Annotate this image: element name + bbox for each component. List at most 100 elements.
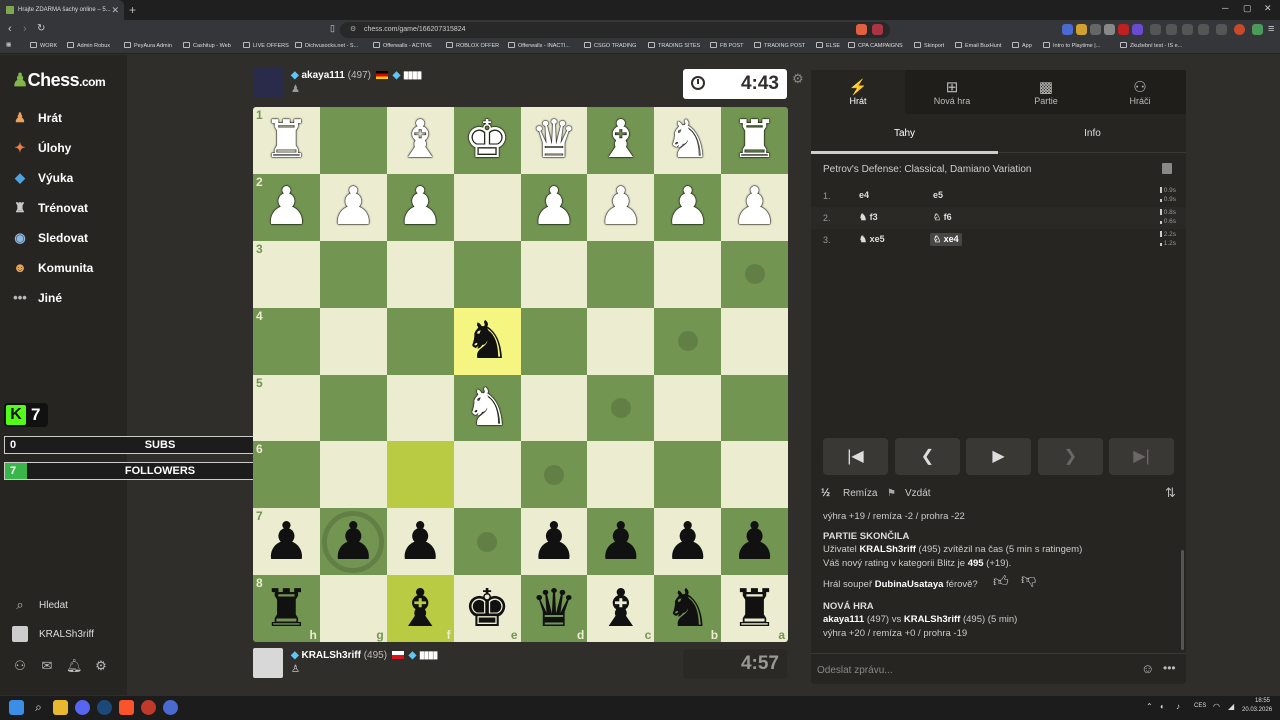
- wifi-icon[interactable]: ◠: [1213, 702, 1220, 711]
- next-move-button[interactable]: ❯: [1038, 438, 1103, 475]
- board-square[interactable]: [520, 307, 588, 375]
- app-icon[interactable]: [163, 700, 178, 715]
- white-rook-icon[interactable]: ♜: [731, 114, 778, 166]
- board-square[interactable]: ♝: [587, 107, 655, 174]
- move-black[interactable]: e5: [933, 190, 943, 200]
- move-hint-dot[interactable]: [744, 264, 765, 285]
- black-knight-icon[interactable]: ♞: [664, 583, 711, 635]
- board-square[interactable]: c ♝: [587, 575, 655, 642]
- white-knight-icon[interactable]: ♞: [664, 114, 711, 166]
- apps-icon[interactable]: ▦: [6, 42, 11, 48]
- extension-icon[interactable]: [1062, 24, 1073, 35]
- bookmark-test[interactable]: Zkušební test - IS e...: [1120, 42, 1182, 49]
- board-square[interactable]: ♟: [520, 173, 588, 241]
- nav-watch[interactable]: ◉ Sledovat: [12, 227, 88, 249]
- extension-icon[interactable]: [1252, 24, 1263, 35]
- search-link[interactable]: ⌕ Hledat: [12, 597, 68, 613]
- draw-button[interactable]: Remíza: [843, 488, 877, 499]
- white-pawn-icon[interactable]: ♟: [664, 181, 711, 233]
- board-square[interactable]: [721, 240, 788, 308]
- tab-moves[interactable]: Tahy: [811, 128, 998, 139]
- board-square[interactable]: ♟: [654, 173, 722, 241]
- bookmark-icon[interactable]: ▯: [330, 23, 335, 34]
- thumbs-down-icon[interactable]: 👎︎: [1021, 572, 1036, 586]
- board-square[interactable]: 4: [253, 307, 320, 375]
- nav-more[interactable]: ••• Jiné: [12, 287, 62, 309]
- brave-icon[interactable]: [119, 700, 134, 715]
- board-square[interactable]: [386, 441, 454, 509]
- board-square[interactable]: ♟: [721, 508, 788, 576]
- white-pawn-icon[interactable]: ♟: [397, 181, 444, 233]
- chat-input[interactable]: [817, 660, 1117, 680]
- rewards-icon[interactable]: [872, 24, 883, 35]
- bookmark-offerwalls-inactive[interactable]: Offerwalls - INACTI...: [508, 42, 570, 49]
- bookmark-dichvusocks[interactable]: Dichvusocks.net - S...: [295, 42, 358, 49]
- settings-icon[interactable]: ⚙: [93, 658, 109, 674]
- bookmark-else[interactable]: ELSE: [816, 42, 840, 49]
- black-pawn-icon[interactable]: ♟: [531, 516, 578, 568]
- black-pawn-icon[interactable]: ♟: [397, 516, 444, 568]
- chess-board[interactable]: 1 ♜ ♝ ♚ ♛ ♝ ♞ ♜ 2 ♟ ♟ ♟ ♟ ♟ ♟ ♟ 3 4 ♞ 5 ♞ 6 7 ♟ ♟ ♟ ♟ ♟ ♟ ♟ 8 h ♜ g f ♝ e ♚ d ♛…: [253, 107, 788, 642]
- black-pawn-icon[interactable]: ♟: [664, 516, 711, 568]
- tray-chevron-icon[interactable]: ⌃: [1146, 702, 1153, 711]
- white-pawn-icon[interactable]: ♟: [598, 181, 645, 233]
- bookmark-offerwalls-active[interactable]: Offerwalls - ACTIVE: [373, 42, 432, 49]
- reload-icon[interactable]: ↻: [37, 23, 45, 34]
- tab-players[interactable]: ⚇ Hráči: [1093, 70, 1187, 114]
- board-square[interactable]: ♟: [587, 508, 655, 576]
- extension-icon[interactable]: [1166, 24, 1177, 35]
- white-bishop-icon[interactable]: ♝: [397, 114, 444, 166]
- board-square[interactable]: e ♚: [453, 575, 521, 642]
- bookmark-admin-robux[interactable]: Admin Robux: [67, 42, 110, 49]
- move-white[interactable]: ♞ xe5: [859, 234, 885, 245]
- board-square[interactable]: b ♞: [654, 575, 722, 642]
- close-tab-icon[interactable]: ✕: [111, 5, 119, 16]
- move-hint-dot[interactable]: [543, 464, 564, 485]
- board-square[interactable]: [654, 307, 722, 375]
- nav-train[interactable]: ♜ Trénovat: [12, 197, 88, 219]
- move-hint-dot[interactable]: [610, 397, 631, 418]
- board-square[interactable]: ♞: [453, 307, 521, 375]
- bookmark-trading-sites[interactable]: TRADING SITES: [648, 42, 700, 49]
- board-square[interactable]: 6: [253, 441, 320, 509]
- black-pawn-icon[interactable]: ♟: [731, 516, 778, 568]
- player-avatar[interactable]: [253, 648, 283, 678]
- board-square[interactable]: 5: [253, 374, 320, 442]
- white-pawn-icon[interactable]: ♟: [330, 181, 377, 233]
- chat-scrollbar[interactable]: [1181, 550, 1184, 650]
- extension-icon[interactable]: [1150, 24, 1161, 35]
- start-icon[interactable]: [9, 700, 24, 715]
- white-pawn-icon[interactable]: ♟: [263, 181, 310, 233]
- board-square[interactable]: [520, 374, 588, 442]
- board-square[interactable]: [319, 374, 387, 442]
- url-bar[interactable]: ⚙ chess.com/game/166207315824: [340, 22, 890, 38]
- site-info-icon[interactable]: ⚙: [350, 25, 356, 33]
- tab-games[interactable]: ▩ Partie: [999, 70, 1093, 114]
- language-indicator[interactable]: CES: [1194, 703, 1206, 709]
- black-pawn-icon[interactable]: ♟: [598, 516, 645, 568]
- board-square[interactable]: [721, 307, 788, 375]
- board-square[interactable]: [587, 240, 655, 308]
- black-queen-icon[interactable]: ♛: [531, 583, 578, 635]
- board-square[interactable]: [319, 307, 387, 375]
- board-square[interactable]: [520, 240, 588, 308]
- board-square[interactable]: ♞: [654, 107, 722, 174]
- bookmark-csgo-trading[interactable]: CSGO TRADING: [584, 42, 636, 49]
- friends-icon[interactable]: ⚇: [12, 658, 28, 674]
- nav-learn[interactable]: ◆ Výuka: [12, 167, 73, 189]
- bookmark-fb-post[interactable]: FB POST: [710, 42, 744, 49]
- board-square[interactable]: ♜: [721, 107, 788, 174]
- nav-puzzles[interactable]: ✦ Úlohy: [12, 137, 72, 159]
- bookmark-skinport[interactable]: Skinport: [914, 42, 944, 49]
- bookmark-cashitup[interactable]: Cashitup - Web: [183, 42, 231, 49]
- board-square[interactable]: [721, 441, 788, 509]
- clock-date[interactable]: 20.03.2026: [1242, 707, 1272, 713]
- white-king-icon[interactable]: ♚: [464, 114, 511, 166]
- board-square[interactable]: ♚: [453, 107, 521, 174]
- move-hint-dot[interactable]: [477, 531, 498, 552]
- move-black-current[interactable]: ♘ xe4: [930, 233, 962, 246]
- chess-logo[interactable]: ♟Chess.com: [12, 70, 106, 91]
- extension-icon[interactable]: [1198, 24, 1209, 35]
- profile-avatar-icon[interactable]: [1234, 24, 1245, 35]
- forward-icon[interactable]: ›: [23, 23, 27, 35]
